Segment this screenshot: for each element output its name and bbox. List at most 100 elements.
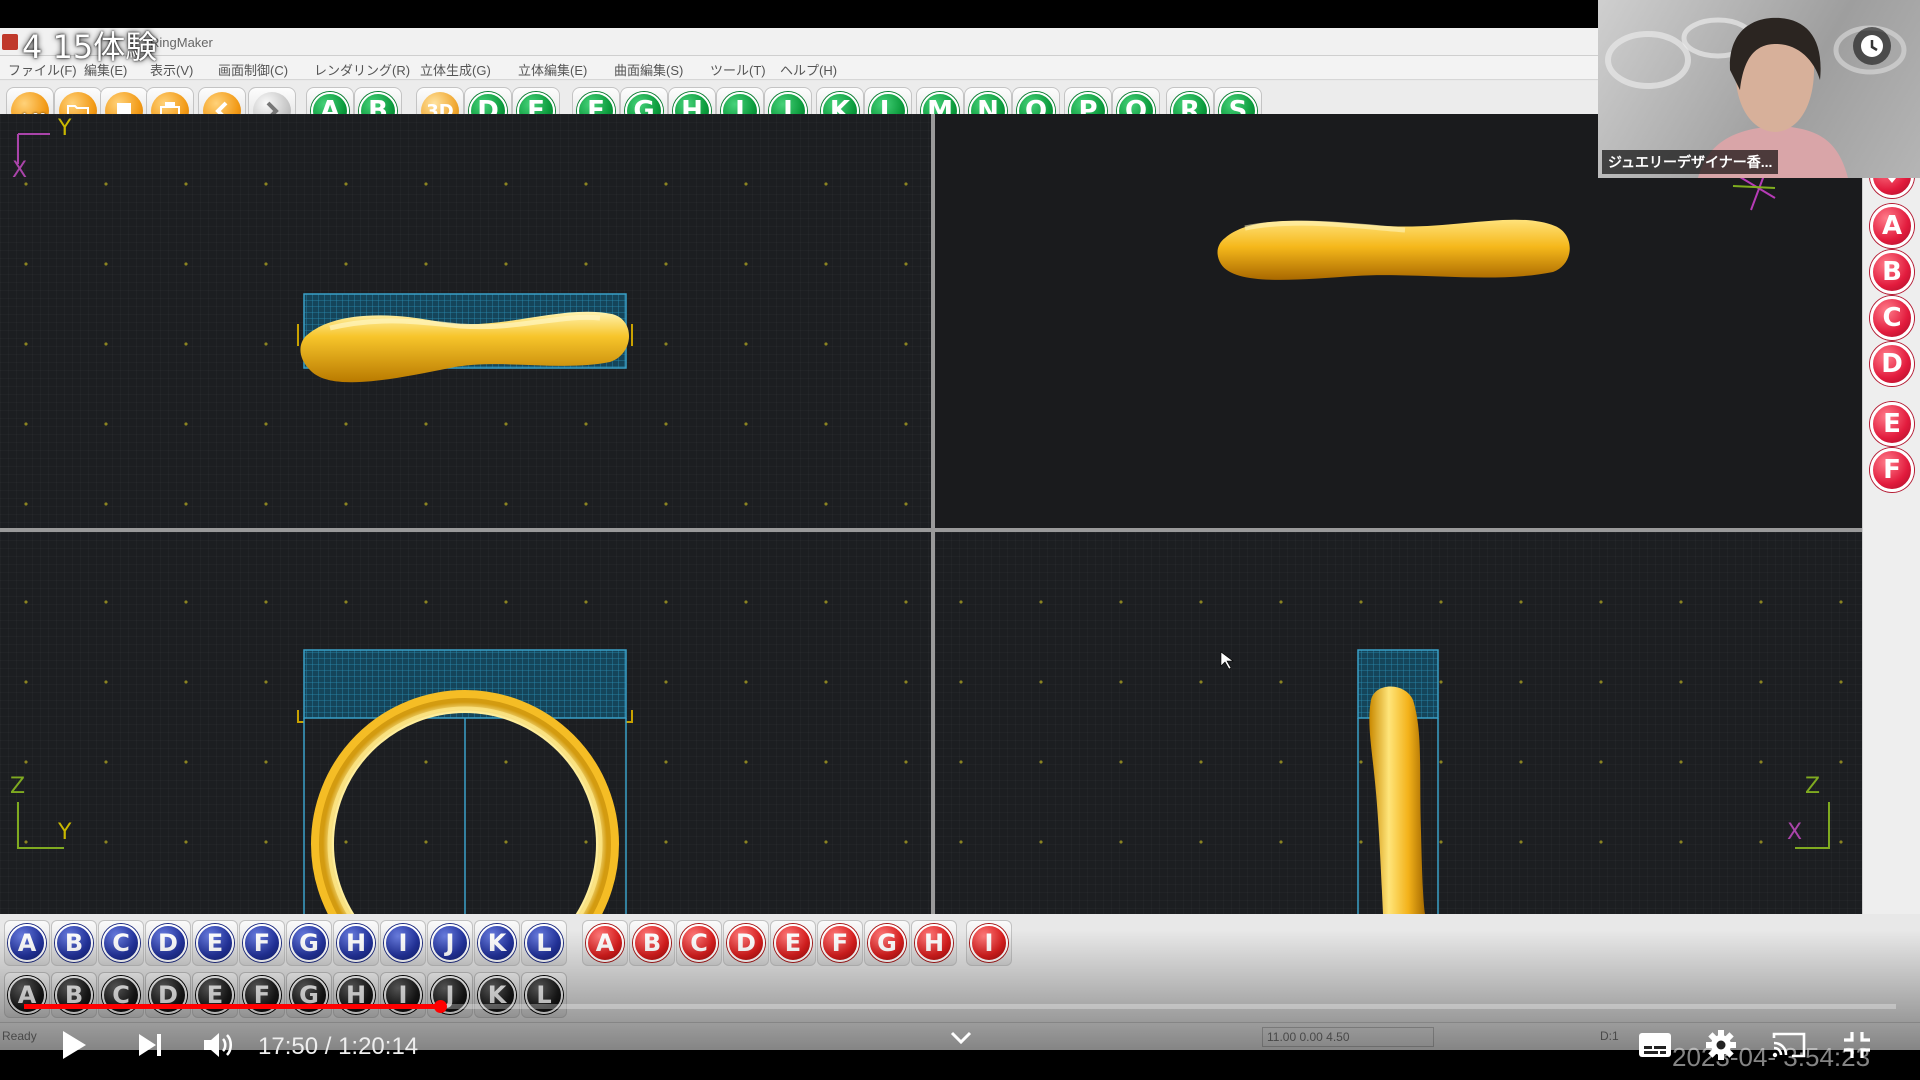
play-icon	[63, 1031, 86, 1059]
black-button-f[interactable]: F	[239, 972, 285, 1018]
black-button-d[interactable]: D	[145, 972, 191, 1018]
side-palette-e[interactable]: E	[1870, 402, 1914, 446]
axis-gizmo-side	[1795, 802, 1830, 849]
play-button[interactable]	[52, 1025, 96, 1065]
blue-button-d[interactable]: D	[145, 920, 191, 966]
subtitles-icon	[1639, 1033, 1671, 1057]
red-button-f[interactable]: F	[817, 920, 863, 966]
blue-h-icon: H	[337, 924, 375, 962]
viewport-splitter-vertical[interactable]	[931, 114, 935, 914]
menu-solid-edit[interactable]: 立体編集(E)	[518, 60, 587, 79]
chevron-down-icon	[950, 1031, 972, 1045]
blue-button-a[interactable]: A	[4, 920, 50, 966]
menu-tools[interactable]: ツール(T)	[710, 60, 766, 79]
viewport-side[interactable]: Z X	[935, 532, 1862, 914]
clock-icon	[1861, 35, 1883, 57]
axis-label-z-side: Z	[1805, 774, 1821, 799]
blue-button-j[interactable]: J	[427, 920, 473, 966]
red-button-c[interactable]: C	[676, 920, 722, 966]
black-button-h[interactable]: H	[333, 972, 379, 1018]
blue-button-c[interactable]: C	[98, 920, 144, 966]
settings-button[interactable]	[1698, 1025, 1744, 1065]
volume-icon	[204, 1033, 233, 1057]
progress-bar[interactable]	[24, 1000, 1896, 1013]
video-title[interactable]: 4 15体験	[22, 22, 157, 68]
status-coordinates: 11.00 0.00 4.50	[1262, 1027, 1434, 1047]
blue-button-h[interactable]: H	[333, 920, 379, 966]
status-right-text: D:1	[1600, 1029, 1619, 1043]
blue-g-icon: G	[290, 924, 328, 962]
menu-help[interactable]: ヘルプ(H)	[780, 60, 837, 79]
blue-button-b[interactable]: B	[51, 920, 97, 966]
blue-j-icon: J	[431, 924, 469, 962]
red-c-icon: C	[680, 924, 718, 962]
axis-gizmo-front	[17, 802, 64, 849]
axis-label-z: Z	[10, 774, 26, 799]
side-palette-f[interactable]: F	[1870, 448, 1914, 492]
blue-button-g[interactable]: G	[286, 920, 332, 966]
exit-fullscreen-button[interactable]	[1834, 1025, 1880, 1065]
axis-label-y: Y	[58, 116, 72, 141]
menu-surface-edit[interactable]: 曲面編集(S)	[614, 60, 683, 79]
blue-button-k[interactable]: K	[474, 920, 520, 966]
settings-gear-icon	[1706, 1030, 1736, 1060]
red-button-i[interactable]: I	[966, 920, 1012, 966]
red-button-d[interactable]: D	[723, 920, 769, 966]
viewport-splitter-horizontal[interactable]	[0, 528, 1862, 532]
side-palette-a[interactable]: A	[1870, 204, 1914, 248]
red-button-b[interactable]: B	[629, 920, 675, 966]
ring-side-view	[1220, 649, 1439, 914]
menu-screen[interactable]: 画面制御(C)	[218, 60, 288, 79]
side-palette-b[interactable]: B	[1870, 250, 1914, 294]
red-button-e[interactable]: E	[770, 920, 816, 966]
red-d-icon: D	[727, 924, 765, 962]
red-a-icon: A	[586, 924, 624, 962]
video-player[interactable]: RingMaker ファイル(F) 編集(E) 表示(V) 画面制御(C) レン…	[0, 0, 1920, 1080]
black-button-j[interactable]: J	[427, 972, 473, 1018]
black-button-a[interactable]: A	[4, 972, 50, 1018]
webcam-name-label: ジュエリーデザイナー香...	[1602, 150, 1779, 174]
next-button[interactable]	[128, 1025, 172, 1065]
blue-button-i[interactable]: I	[380, 920, 426, 966]
menu-generate[interactable]: 立体生成(G)	[420, 60, 491, 79]
black-button-b[interactable]: B	[51, 972, 97, 1018]
blue-l-icon: L	[525, 924, 563, 962]
cast-icon	[1772, 1032, 1806, 1058]
viewport-front[interactable]: Z Y	[0, 532, 931, 914]
axis-label-x: X	[12, 158, 28, 183]
volume-button[interactable]	[196, 1025, 240, 1065]
blue-b-icon: B	[55, 924, 93, 962]
chapters-toggle[interactable]	[944, 1026, 978, 1050]
red-button-g[interactable]: G	[864, 920, 910, 966]
blue-d-icon: D	[149, 924, 187, 962]
blue-button-l[interactable]: L	[521, 920, 567, 966]
black-button-i[interactable]: I	[380, 972, 426, 1018]
red-g-icon: G	[868, 924, 906, 962]
menu-render[interactable]: レンダリング(R)	[314, 60, 410, 79]
red-f-icon: F	[821, 924, 859, 962]
cast-button[interactable]	[1766, 1025, 1812, 1065]
black-button-g[interactable]: G	[286, 972, 332, 1018]
ring-top-view	[17, 133, 633, 383]
blue-button-f[interactable]: F	[239, 920, 285, 966]
subtitles-button[interactable]	[1632, 1025, 1678, 1065]
side-palette: A B C D E F	[1862, 102, 1920, 914]
red-button-h[interactable]: H	[911, 920, 957, 966]
watch-later-button[interactable]	[1853, 27, 1891, 65]
black-button-c[interactable]: C	[98, 972, 144, 1018]
app-title: RingMaker	[150, 35, 213, 50]
black-button-e[interactable]: E	[192, 972, 238, 1018]
black-button-l[interactable]: L	[521, 972, 567, 1018]
red-button-a[interactable]: A	[582, 920, 628, 966]
viewport-top[interactable]: Y X	[0, 114, 931, 528]
side-palette-d[interactable]: D	[1870, 342, 1914, 386]
red-e-icon: E	[774, 924, 812, 962]
status-ready-text: Ready	[2, 1029, 37, 1043]
viewport-area: Y X Z Y Z X	[0, 114, 1862, 914]
next-icon	[139, 1034, 161, 1056]
side-palette-c[interactable]: C	[1870, 296, 1914, 340]
red-b-icon: B	[633, 924, 671, 962]
black-button-k[interactable]: K	[474, 972, 520, 1018]
blue-e-icon: E	[196, 924, 234, 962]
blue-button-e[interactable]: E	[192, 920, 238, 966]
